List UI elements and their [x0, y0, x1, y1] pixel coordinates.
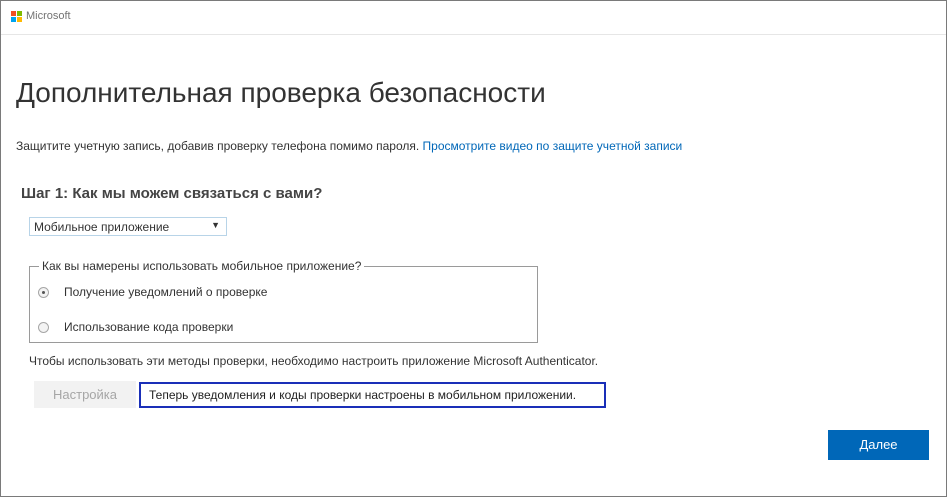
option-verification-code[interactable]: Использование кода проверки	[38, 320, 233, 334]
video-link[interactable]: Просмотрите видео по защите учетной запи…	[423, 139, 683, 153]
page-title: Дополнительная проверка безопасности	[16, 77, 546, 108]
next-button[interactable]: Далее	[828, 430, 929, 460]
option-notifications-label: Получение уведомлений о проверке	[64, 285, 268, 299]
dropdown-arrow-icon: ▼	[211, 220, 220, 230]
usage-options-group: Как вы намерены использовать мобильное п…	[29, 259, 538, 343]
microsoft-logo-icon	[11, 10, 22, 22]
contact-method-select[interactable]: Мобильное приложение ▼	[29, 217, 227, 236]
microsoft-logo: Microsoft	[11, 10, 71, 22]
setup-button[interactable]: Настройка	[34, 381, 136, 408]
radio-verification-code[interactable]	[38, 321, 49, 333]
header-bar: Microsoft	[1, 1, 946, 35]
window-frame: Microsoft Дополнительная проверка безопа…	[0, 0, 947, 497]
brand-name: Microsoft	[26, 10, 71, 22]
contact-method-value: Мобильное приложение	[34, 220, 170, 234]
option-verification-code-label: Использование кода проверки	[64, 320, 234, 334]
usage-legend: Как вы намерены использовать мобильное п…	[39, 259, 365, 273]
description-text: Защитите учетную запись, добавив проверк…	[16, 139, 420, 153]
radio-notifications[interactable]	[38, 286, 49, 298]
page-description: Защитите учетную запись, добавив проверк…	[16, 139, 682, 153]
status-message: Теперь уведомления и коды проверки настр…	[139, 382, 606, 408]
authenticator-note: Чтобы использовать эти методы проверки, …	[29, 354, 599, 368]
step-heading: Шаг 1: Как мы можем связаться с вами?	[21, 185, 323, 202]
option-notifications[interactable]: Получение уведомлений о проверке	[38, 285, 267, 299]
